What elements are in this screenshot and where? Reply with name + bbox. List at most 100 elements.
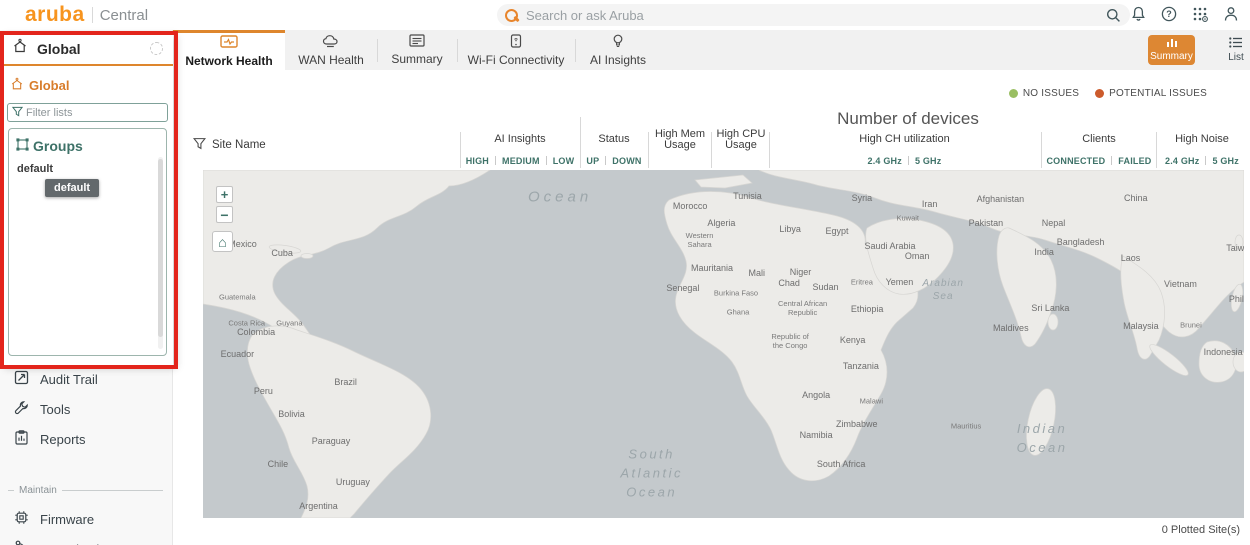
map-label: Indonesia bbox=[1204, 347, 1243, 357]
map-label: Afghanistan bbox=[977, 194, 1025, 204]
groups-box: Groups default bbox=[8, 128, 167, 356]
section-label: Maintain bbox=[19, 485, 57, 496]
map-label: Western Sahara bbox=[686, 231, 714, 249]
map-labels: OceanSouth Atlantic OceanIndian OceanAra… bbox=[203, 170, 1244, 518]
site-name-header[interactable]: Site Name bbox=[193, 137, 266, 153]
list-icon bbox=[1229, 37, 1243, 51]
sub-24ghz[interactable]: 2.4 GHz bbox=[868, 156, 902, 166]
map-label: Cuba bbox=[271, 248, 293, 258]
tab-summary[interactable]: Summary bbox=[377, 30, 457, 70]
sub-24ghz[interactable]: 2.4 GHz bbox=[1165, 156, 1199, 166]
map-label: Namibia bbox=[800, 430, 833, 440]
global-context-selector[interactable]: Global bbox=[2, 33, 173, 66]
global-home-icon bbox=[12, 38, 28, 59]
apps-grid-icon[interactable] bbox=[1191, 4, 1209, 24]
search-input[interactable] bbox=[518, 8, 1104, 23]
sidebar-item-label: Tools bbox=[40, 402, 70, 417]
search-icon[interactable] bbox=[1104, 5, 1122, 25]
column-clients[interactable]: Clients CONNECTED FAILED bbox=[1043, 126, 1155, 168]
map-label: Mauritius bbox=[951, 422, 981, 431]
map-label: Bangladesh bbox=[1057, 237, 1105, 247]
sub-medium[interactable]: MEDIUM bbox=[502, 156, 540, 166]
tab-label: Network Health bbox=[185, 54, 272, 68]
map-label: Yemen bbox=[886, 277, 914, 287]
map-label: Chile bbox=[268, 459, 289, 469]
sidebar-item-firmware[interactable]: Firmware bbox=[14, 508, 94, 530]
list-view-button[interactable]: List bbox=[1216, 35, 1250, 65]
legend-label: NO ISSUES bbox=[1023, 88, 1079, 99]
map-label: Burkina Faso bbox=[714, 288, 758, 297]
sidebar-item-label: Firmware bbox=[40, 512, 94, 527]
map-label: Zimbabwe bbox=[836, 419, 878, 429]
groups-icon bbox=[15, 137, 30, 155]
logo-divider bbox=[92, 7, 93, 23]
sub-high[interactable]: HIGH bbox=[466, 156, 489, 166]
aruba-logo[interactable]: aruba bbox=[25, 3, 85, 27]
map-home-button[interactable]: ⌂ bbox=[212, 231, 233, 252]
filter-lists-field[interactable] bbox=[7, 103, 168, 122]
filter-lists-input[interactable] bbox=[26, 107, 163, 119]
map-label: Tunisia bbox=[733, 191, 762, 201]
list-view-label: List bbox=[1228, 52, 1244, 63]
summary-view-button[interactable]: Summary bbox=[1148, 35, 1195, 65]
legend-label: POTENTIAL ISSUES bbox=[1109, 88, 1207, 99]
topbar: aruba Central ? bbox=[0, 0, 1250, 30]
map-label: Saudi Arabia bbox=[865, 241, 916, 251]
tab-wan-health[interactable]: WAN Health bbox=[285, 30, 377, 70]
map-label: Niger bbox=[790, 267, 812, 277]
sub-5ghz[interactable]: 5 GHz bbox=[1212, 156, 1239, 166]
zoom-out-button[interactable]: − bbox=[216, 206, 233, 223]
map-label: China bbox=[1124, 193, 1148, 203]
user-icon[interactable] bbox=[1222, 4, 1240, 24]
sub-up[interactable]: UP bbox=[586, 156, 599, 166]
sidebar-item-tools[interactable]: Tools bbox=[14, 398, 70, 420]
tab-wifi-connectivity[interactable]: Wi-Fi Connectivity bbox=[457, 30, 575, 70]
header-divider bbox=[1156, 132, 1157, 168]
help-icon[interactable]: ? bbox=[1160, 4, 1178, 24]
header-divider bbox=[460, 132, 461, 168]
map-label: Pakistan bbox=[969, 218, 1004, 228]
group-item-default[interactable]: default bbox=[9, 159, 166, 179]
column-label: AI Insights bbox=[462, 126, 578, 153]
tab-ai-insights[interactable]: AI Insights bbox=[575, 30, 661, 70]
filter-funnel-icon[interactable] bbox=[193, 137, 206, 153]
sub-failed[interactable]: FAILED bbox=[1118, 156, 1151, 166]
notifications-bell-icon[interactable] bbox=[1129, 4, 1147, 24]
global-option[interactable]: Global bbox=[2, 66, 173, 100]
map-label: Syria bbox=[852, 193, 873, 203]
column-ai-insights[interactable]: AI Insights HIGH MEDIUM LOW bbox=[462, 126, 578, 168]
sub-connected[interactable]: CONNECTED bbox=[1046, 156, 1105, 166]
ai-insights-icon bbox=[612, 34, 624, 51]
map-label: Guyana bbox=[276, 319, 302, 328]
map-label: Paraguay bbox=[312, 436, 351, 446]
groups-scrollbar[interactable] bbox=[158, 157, 163, 349]
map-label: Taiwa bbox=[1226, 243, 1244, 253]
loading-spinner-icon bbox=[150, 42, 163, 55]
sidebar-item-reports[interactable]: Reports bbox=[14, 428, 86, 450]
sub-low[interactable]: LOW bbox=[553, 156, 575, 166]
global-icon bbox=[10, 77, 24, 94]
sidebar-item-organization[interactable]: Organization bbox=[14, 538, 114, 545]
column-label: High Noise bbox=[1157, 126, 1247, 153]
map-label: Mauritania bbox=[691, 263, 733, 273]
map-label: Uruguay bbox=[336, 477, 370, 487]
column-high-cpu-usage[interactable]: High CPU Usage bbox=[713, 126, 769, 168]
column-high-ch-utilization[interactable]: High CH utilization 2.4 GHz 5 GHz bbox=[770, 126, 1039, 168]
zoom-in-button[interactable]: + bbox=[216, 186, 233, 203]
map-label: Ocean bbox=[528, 189, 592, 206]
global-search[interactable] bbox=[497, 4, 1130, 26]
map-label: Iran bbox=[922, 199, 938, 209]
map-label: South Atlantic Ocean bbox=[620, 444, 683, 501]
map-label: Morocco bbox=[673, 201, 708, 211]
tab-network-health[interactable]: Network Health bbox=[173, 30, 285, 70]
column-status[interactable]: Status UP DOWN bbox=[582, 126, 646, 168]
map-label: Sri Lanka bbox=[1031, 303, 1069, 313]
column-high-mem-usage[interactable]: High Mem Usage bbox=[650, 126, 710, 168]
map-label: Senegal bbox=[666, 283, 699, 293]
column-high-noise[interactable]: High Noise 2.4 GHz 5 GHz bbox=[1157, 126, 1247, 168]
world-map[interactable]: OceanSouth Atlantic OceanIndian OceanAra… bbox=[203, 170, 1244, 518]
sub-5ghz[interactable]: 5 GHz bbox=[915, 156, 942, 166]
sub-down[interactable]: DOWN bbox=[612, 156, 641, 166]
sidebar-item-audit-trail[interactable]: Audit Trail bbox=[14, 368, 98, 390]
summary-view-label: Summary bbox=[1150, 51, 1193, 62]
